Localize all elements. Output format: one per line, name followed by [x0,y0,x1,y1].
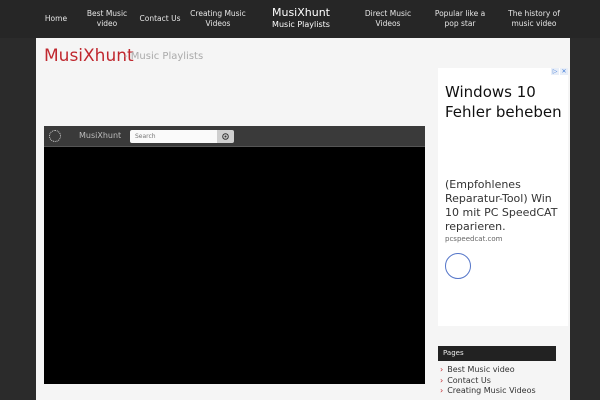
nav-brand[interactable]: MusiXhunt Music Playlists [258,6,344,30]
nav-item-best-music-video[interactable]: Best Music video [80,0,134,38]
nav-item-contact-us[interactable]: Contact Us [136,0,184,38]
ad-choices[interactable]: ▷ ✕ [550,68,568,75]
close-icon[interactable]: ✕ [560,68,568,75]
pages-list: › Best Music video › Contact Us › Creating … [438,365,556,397]
main-content: MusiXhunt - Music Playlists MusiXhunt ▷ … [36,38,570,400]
nav-item-home[interactable]: Home [40,0,72,38]
nav-item-creating-music-videos[interactable]: Creating Music Videos [186,0,250,38]
player-toolbar: MusiXhunt [44,126,425,147]
ad-headline[interactable]: Windows 10 Fehler beheben [445,82,565,122]
nav-item-label: The history of music video [508,9,560,28]
player-brand: MusiXhunt [79,131,122,140]
nav-item-label: Direct Music Videos [364,9,412,28]
nav-item-label: Popular like a pop star [434,9,486,28]
pages-widget-title: Pages [438,346,556,361]
ad-url[interactable]: pcspeedcat.com [445,235,503,243]
video-screen[interactable] [44,147,425,384]
ad-description[interactable]: (Empfohlenes Reparatur-Tool) Win 10 mit … [445,178,567,234]
pages-widget: Pages › Best Music video › Contact Us › Cre… [438,346,556,397]
ad-circle-icon[interactable] [445,253,471,279]
nav-brand-subtitle: Music Playlists [272,20,330,29]
nav-item-direct-music-videos[interactable]: Direct Music Videos [352,0,424,38]
pages-list-item[interactable]: › Creating Music Videos [438,386,556,397]
nav-brand-title: MusiXhunt [271,6,330,19]
site-title[interactable]: MusiXhunt [44,46,134,66]
nav-item-label: Best Music video [86,9,128,28]
pages-list-item-label: Creating Music Videos [447,386,536,395]
loading-spinner-icon [49,130,61,142]
site-subtitle: - Music Playlists [124,51,204,62]
chevron-right-icon: › [440,375,444,385]
pages-list-item[interactable]: › Contact Us [438,376,556,387]
pages-list-item-label: Contact Us [447,375,491,385]
nav-item-label: Creating Music Videos [190,9,246,28]
player-search-input[interactable] [130,130,217,143]
top-navigation: Home Best Music video Contact Us Creatin… [0,0,600,38]
nav-item-history-of-music-video[interactable]: The history of music video [496,0,572,38]
nav-item-label: Contact Us [139,14,181,23]
chevron-right-icon: › [440,386,444,395]
search-icon [222,133,229,140]
nav-item-label: Home [44,14,68,23]
chevron-right-icon: › [440,365,444,374]
player-search-button[interactable] [217,130,234,143]
advertisement[interactable]: ▷ ✕ Windows 10 Fehler beheben (Empfohlen… [438,68,568,326]
video-player[interactable]: MusiXhunt [44,126,425,384]
ad-info-icon[interactable]: ▷ [551,68,559,75]
nav-item-popular-like-a-pop-star[interactable]: Popular like a pop star [428,0,492,38]
pages-list-item[interactable]: › Best Music video [438,365,556,376]
pages-list-item-label: Best Music video [447,365,515,374]
